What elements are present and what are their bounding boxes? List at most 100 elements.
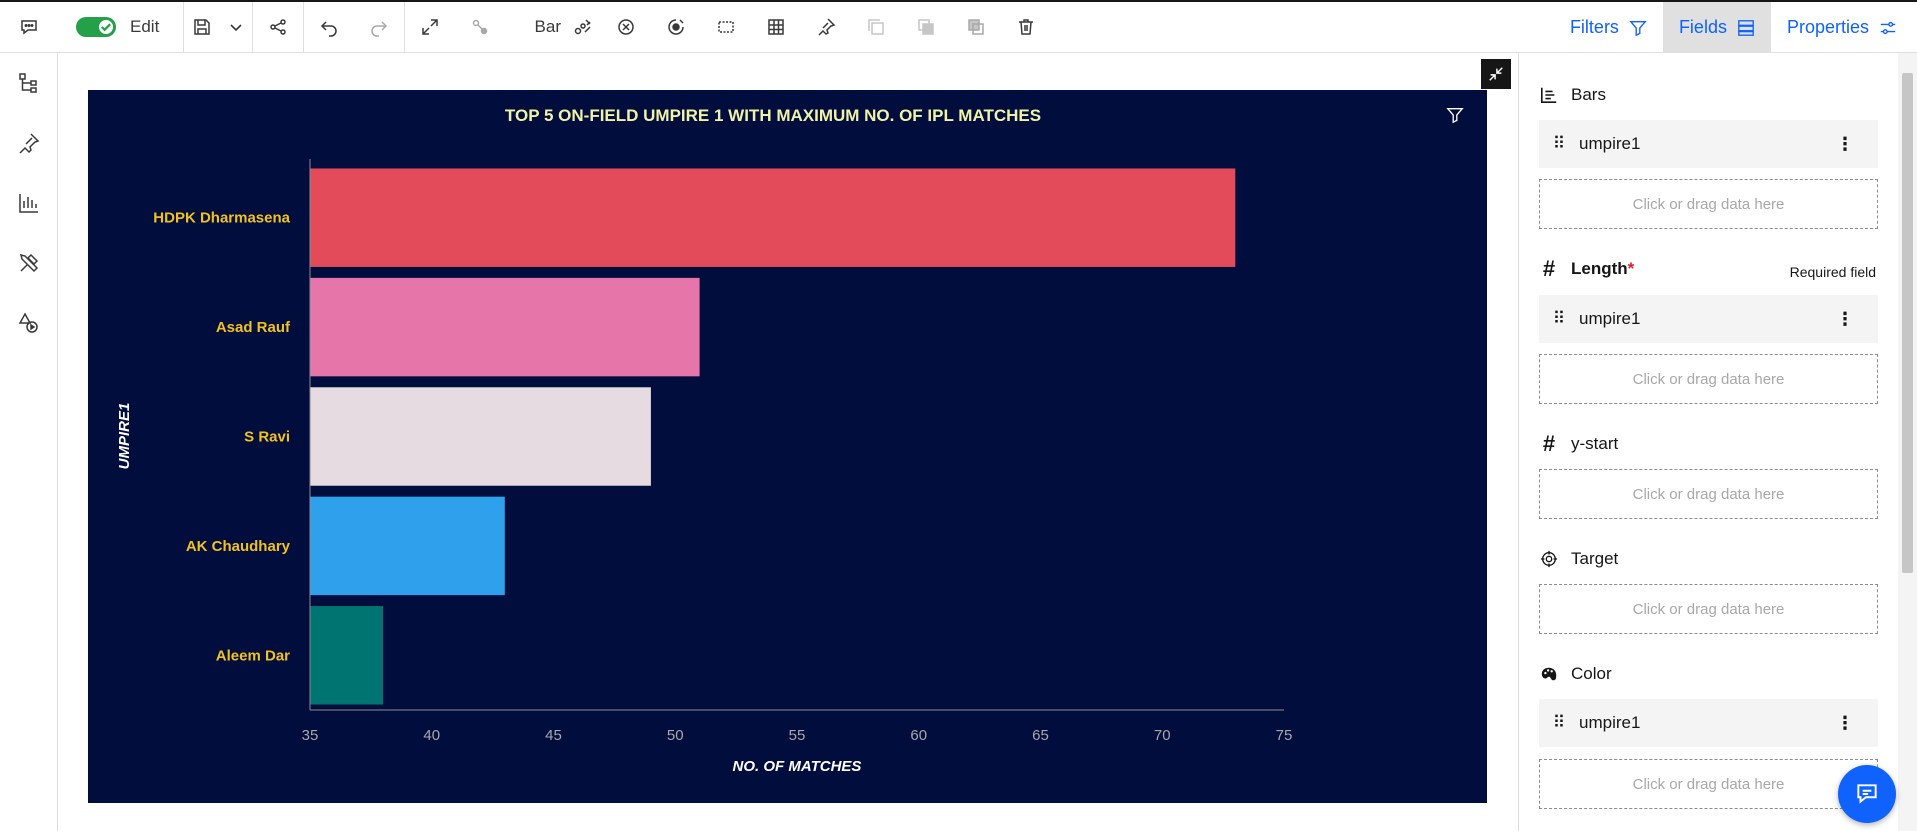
bring-forward-icon[interactable] <box>901 2 951 53</box>
length-drop-zone[interactable]: Click or drag data here <box>1539 354 1878 404</box>
tab-properties-label: Properties <box>1786 17 1869 37</box>
length-field-pill[interactable]: ⠿ umpire1 ⋮ <box>1539 295 1878 343</box>
send-backward-icon[interactable] <box>951 2 1001 53</box>
x-tick-label: 55 <box>789 727 806 744</box>
bars-icon <box>1539 85 1559 105</box>
length-section-header: # Length * <box>1539 256 1635 281</box>
left-rail <box>0 53 58 831</box>
target-section-header: Target <box>1539 549 1618 569</box>
drag-handle-icon[interactable]: ⠿ <box>1539 134 1579 154</box>
x-tick-label: 65 <box>1032 727 1049 744</box>
pin-icon[interactable] <box>0 113 58 173</box>
length-label: Length <box>1571 259 1628 278</box>
category-label: AK Chaudhary <box>186 538 291 555</box>
select-area-icon[interactable] <box>701 2 751 53</box>
drag-handle-icon[interactable]: ⠿ <box>1539 309 1579 329</box>
shapes-play-icon[interactable] <box>0 293 58 353</box>
category-label: Asad Rauf <box>216 319 291 336</box>
undo-icon[interactable] <box>304 2 354 53</box>
palette-icon <box>1539 664 1559 684</box>
category-label: Aleem Dar <box>216 647 290 664</box>
target-drop-zone[interactable]: Click or drag data here <box>1539 584 1878 634</box>
scrollbar[interactable] <box>1898 53 1917 831</box>
x-tick-label: 45 <box>545 727 562 744</box>
chart-type-icon[interactable] <box>565 2 601 53</box>
x-tick-label: 50 <box>667 727 684 744</box>
x-tick-label: 35 <box>302 727 319 744</box>
maximize-icon[interactable] <box>405 2 455 53</box>
color-section-header: Color <box>1539 664 1612 684</box>
overflow-menu-icon[interactable]: ⋮ <box>1836 713 1854 734</box>
ystart-drop-zone[interactable]: Click or drag data here <box>1539 469 1878 519</box>
overflow-menu-icon[interactable]: ⋮ <box>1836 134 1854 155</box>
bar-chart-icon[interactable] <box>0 173 58 233</box>
drag-handle-icon[interactable]: ⠿ <box>1539 713 1579 733</box>
edit-mode-toggle[interactable]: Edit <box>58 2 183 53</box>
color-drop-zone[interactable]: Click or drag data here <box>1539 759 1878 809</box>
y-axis-title: UMPIRE1 <box>116 403 133 470</box>
bar <box>310 496 505 596</box>
tab-fields-label: Fields <box>1678 17 1727 37</box>
chat-icon[interactable] <box>1838 765 1896 823</box>
tab-filters[interactable]: Filters <box>1554 2 1663 53</box>
fields-icon <box>1738 19 1754 36</box>
required-mark: * <box>1627 259 1635 278</box>
x-axis-title: NO. OF MATCHES <box>733 758 862 775</box>
redo-icon[interactable] <box>354 2 404 53</box>
bar <box>310 168 1236 267</box>
x-tick-label: 75 <box>1276 727 1293 744</box>
share-icon[interactable] <box>253 2 303 53</box>
save-icon[interactable] <box>184 2 220 53</box>
table-icon[interactable] <box>751 2 801 53</box>
category-label: S Ravi <box>244 429 290 446</box>
fields-panel: Bars ⠿ umpire1 ⋮ Click or drag data here… <box>1518 53 1898 831</box>
category-label: HDPK Dharmasena <box>153 210 290 227</box>
bars-field-pill[interactable]: ⠿ umpire1 ⋮ <box>1539 120 1878 168</box>
top-toolbar: Edit Bar Filters Fields Properties <box>0 0 1917 53</box>
bars-field-name: umpire1 <box>1579 134 1641 153</box>
bars-drop-zone[interactable]: Click or drag data here <box>1539 179 1878 229</box>
hash-icon: # <box>1542 256 1556 281</box>
bars-section-header: Bars <box>1539 85 1606 105</box>
ystart-section-header: # y-start <box>1539 431 1619 456</box>
tab-properties[interactable]: Properties <box>1771 2 1917 53</box>
hierarchy-icon[interactable] <box>0 53 58 113</box>
x-tick-label: 60 <box>910 727 927 744</box>
chart-type-label[interactable]: Bar <box>505 2 565 53</box>
chart-widget[interactable]: TOP 5 ON-FIELD UMPIRE 1 WITH MAXIMUM NO.… <box>88 90 1487 803</box>
color-field-name: umpire1 <box>1579 713 1641 732</box>
explore-icon[interactable] <box>601 2 651 53</box>
x-tick-label: 40 <box>423 727 440 744</box>
target-icon <box>1539 549 1559 569</box>
bar <box>310 387 651 486</box>
toggle-switch[interactable] <box>76 17 116 37</box>
tools-icon[interactable] <box>0 233 58 293</box>
edit-label: Edit <box>130 17 160 36</box>
comment-icon[interactable] <box>0 2 58 53</box>
connection-icon[interactable] <box>455 2 505 53</box>
copy-icon[interactable] <box>851 2 901 53</box>
color-field-pill[interactable]: ⠿ umpire1 ⋮ <box>1539 699 1878 747</box>
bars-label: Bars <box>1571 85 1606 104</box>
collapse-icon[interactable] <box>1481 59 1511 89</box>
tab-fields[interactable]: Fields <box>1662 2 1771 53</box>
target-label: Target <box>1571 549 1619 568</box>
bar <box>310 277 700 377</box>
filter-icon <box>1629 20 1647 36</box>
chevron-down-icon[interactable] <box>220 2 252 53</box>
length-field-name: umpire1 <box>1579 309 1641 328</box>
delete-icon[interactable] <box>1001 2 1051 53</box>
panel-tabs: Filters Fields Properties <box>1554 2 1917 53</box>
insight-icon[interactable] <box>651 2 701 53</box>
color-label: Color <box>1571 664 1612 683</box>
scrollbar-thumb[interactable] <box>1902 73 1913 573</box>
tab-filters-label: Filters <box>1569 17 1619 37</box>
overflow-menu-icon[interactable]: ⋮ <box>1836 309 1854 330</box>
ystart-label: y-start <box>1571 434 1619 453</box>
hash-icon: # <box>1542 431 1556 456</box>
bar-chart: HDPK Dharmasena Asad Rauf S Ravi AK Chaudha… <box>116 159 1293 775</box>
x-tick-label: 70 <box>1154 727 1171 744</box>
pin-icon[interactable] <box>801 2 851 53</box>
bar <box>310 606 384 705</box>
sliders-icon <box>1880 21 1896 34</box>
